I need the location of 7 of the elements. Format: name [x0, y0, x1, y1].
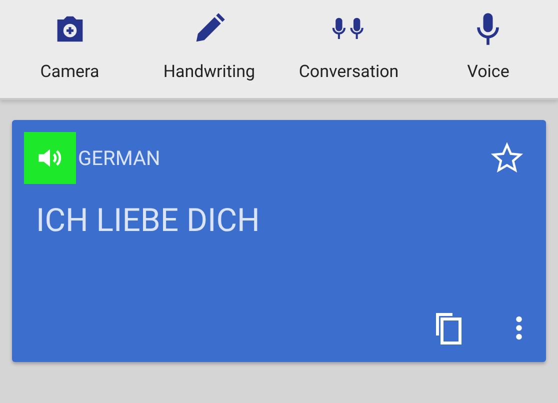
language-label: GERMAN: [78, 145, 160, 172]
star-icon[interactable]: [490, 141, 524, 175]
mode-label[interactable]: Handwriting: [163, 60, 256, 86]
translation-text: ICH LIEBE DICH: [36, 200, 261, 241]
mode-label[interactable]: Conversation: [298, 60, 399, 86]
mode-label[interactable]: Voice: [467, 60, 510, 86]
mode-label[interactable]: Camera: [40, 60, 100, 86]
